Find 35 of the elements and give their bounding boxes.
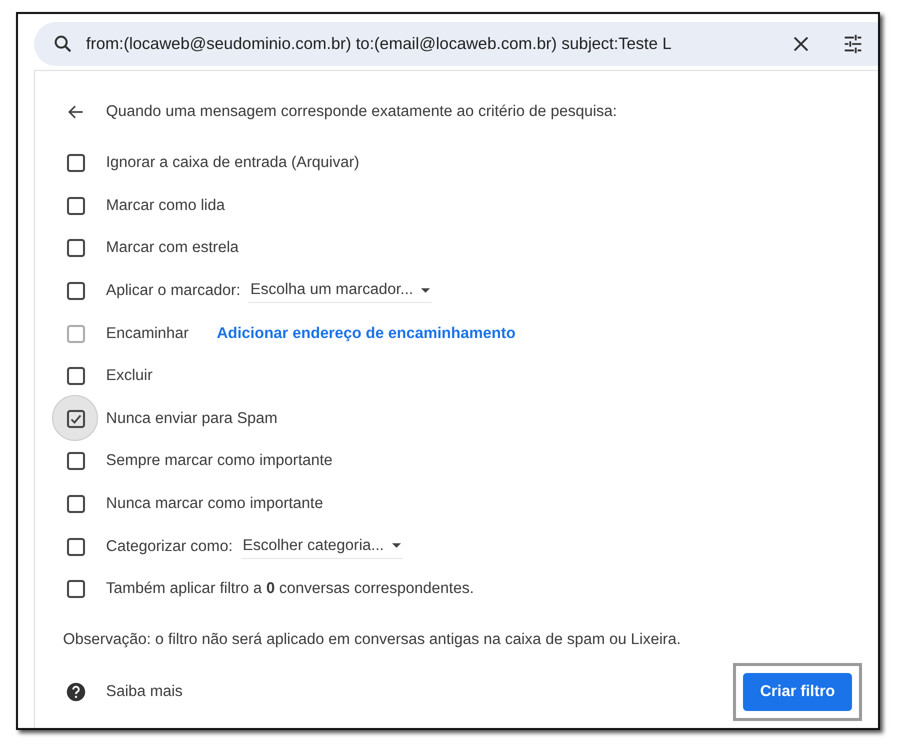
option-label: Nunca marcar como importante [106, 495, 324, 514]
option-label: Marcar com estrela [106, 239, 239, 258]
dropdown[interactable]: Escolher categoria... [240, 534, 403, 559]
focus-ring [52, 394, 98, 441]
option-label: Categorizar como: [106, 538, 233, 556]
option-label: Nunca enviar para Spam [106, 410, 278, 428]
note-text: Observação: o filtro não será aplicado em conversas antigas na caixa de spam ou Lixeira. [63, 630, 682, 649]
tune-icon[interactable] [842, 33, 864, 55]
learn-more-link[interactable]: Saiba mais [106, 682, 734, 701]
option-label: Encaminhar [106, 324, 189, 343]
checkbox[interactable] [67, 367, 85, 386]
checkbox[interactable] [67, 580, 85, 598]
help-icon[interactable] [65, 680, 87, 703]
checkbox[interactable] [67, 154, 85, 172]
option-label: Também aplicar filtro a 0 conversas correspondentes. [106, 580, 474, 598]
option-label: Ignorar a caixa de entrada (Arquivar) [106, 154, 360, 172]
option-label: Sempre marcar como importante [106, 452, 333, 470]
checkbox[interactable] [67, 410, 85, 428]
criteria-heading: Quando uma mensagem corresponde exatamente ao critério de pesquisa: [106, 103, 617, 121]
checkbox[interactable] [67, 452, 85, 470]
caret-icon [421, 288, 430, 293]
checkbox[interactable] [67, 239, 85, 258]
checkbox[interactable] [67, 495, 85, 514]
caret-icon [392, 543, 401, 548]
option-label: Excluir [106, 367, 153, 386]
checkbox[interactable] [67, 196, 85, 215]
search-bar[interactable]: from:(locaweb@seudominio.com.br) to:(email@locaweb.com.br) subject:Teste L [34, 22, 878, 66]
option-label: Aplicar o marcador: [106, 282, 240, 300]
search-icon [52, 33, 74, 55]
dropdown[interactable]: Escolha um marcador... [248, 279, 432, 304]
option-label: Marcar como lida [106, 196, 225, 215]
checkbox[interactable] [67, 282, 85, 300]
search-query[interactable]: from:(locaweb@seudominio.com.br) to:(email@locaweb.com.br) subject:Teste L [86, 34, 778, 54]
create-filter-button[interactable]: Criar filtro [743, 672, 852, 711]
checkbox[interactable] [67, 538, 85, 556]
